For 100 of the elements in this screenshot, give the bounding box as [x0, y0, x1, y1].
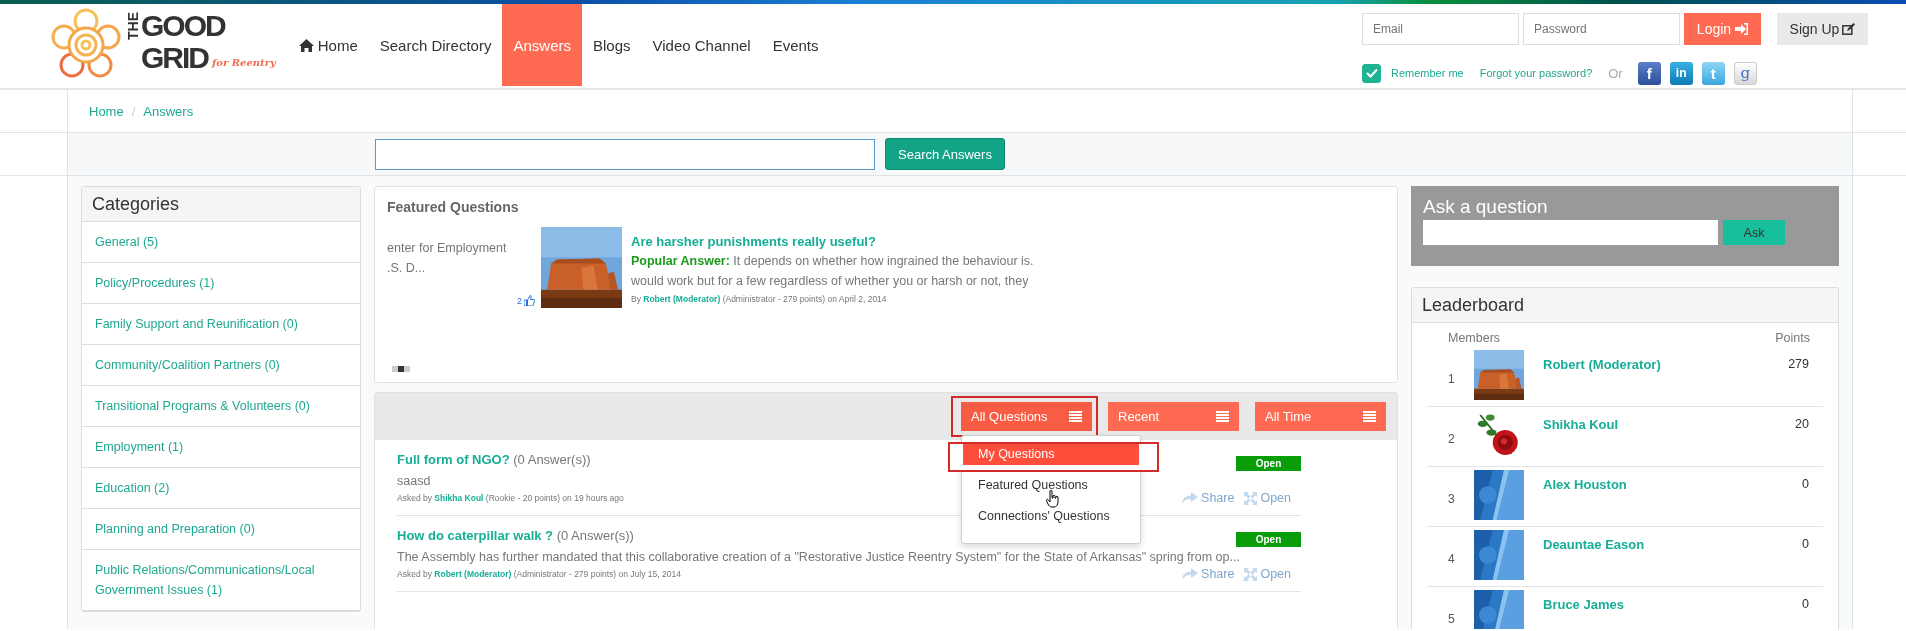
breadcrumb-separator: /: [131, 103, 136, 119]
category-link[interactable]: Planning and Preparation (0): [95, 519, 347, 539]
expand-icon: [1244, 491, 1258, 505]
rank-number: 3: [1447, 492, 1456, 506]
member-link[interactable]: Deauntae Eason: [1543, 537, 1803, 552]
member-link[interactable]: Robert (Moderator): [1543, 357, 1789, 372]
author-link[interactable]: Robert (Moderator): [434, 569, 512, 579]
remember-label[interactable]: Remember me: [1391, 67, 1464, 79]
category-link[interactable]: Transitional Programs & Volunteers (0): [95, 396, 347, 416]
question-text: saasd: [397, 474, 431, 488]
member-link[interactable]: Bruce James: [1543, 597, 1803, 612]
category-link[interactable]: Employment (1): [95, 437, 347, 457]
answer-count: (0 Answer(s)): [512, 452, 591, 467]
question-title-link[interactable]: How do caterpillar walk ?: [397, 528, 554, 543]
points-value: 0: [1802, 477, 1809, 491]
signup-button[interactable]: Sign Up: [1777, 13, 1868, 45]
home-icon: [298, 38, 314, 52]
status-badge: Open: [1236, 456, 1301, 471]
like-count: 2: [517, 295, 522, 306]
open-link[interactable]: Open: [1244, 491, 1291, 505]
question-text: The Assembly has further mandated that this collaborative creation of a "Restorative Justice Reentry System" for the State of Arkansas" spring from op...: [397, 550, 1240, 564]
share-icon: [1182, 568, 1199, 580]
menu-icon: [1069, 411, 1082, 422]
member-link[interactable]: Shikha Koul: [1543, 417, 1796, 432]
nav-link[interactable]: Events: [761, 4, 830, 86]
panel-heading: Categories: [82, 187, 360, 222]
logo-text: GRID: [141, 42, 208, 74]
points-value: 0: [1802, 537, 1809, 551]
rank-number: 4: [1447, 552, 1456, 566]
or-text: Or: [1608, 65, 1623, 81]
forgot-password-link[interactable]: Forgot your password?: [1479, 67, 1593, 79]
points-value: 20: [1795, 417, 1809, 431]
menu-item[interactable]: Featured Questions: [963, 475, 1139, 496]
answer-count: (0 Answer(s)): [555, 528, 634, 543]
logo-text: GOOD: [141, 10, 225, 42]
nav-link[interactable]: Blogs: [582, 4, 642, 86]
twitter-button[interactable]: t: [1701, 61, 1725, 85]
thumbs-up-icon: [524, 295, 535, 306]
category-link[interactable]: Community/Coalition Partners (0): [95, 355, 347, 375]
question-meta: Asked by Shikha Koul (Rookie - 20 points) on 19 hours ago: [397, 493, 624, 503]
google-button[interactable]: g: [1733, 61, 1757, 85]
slide-excerpt: enter for Employment .S. D...: [387, 240, 508, 277]
login-button[interactable]: Login: [1684, 13, 1761, 45]
status-badge: Open: [1236, 532, 1301, 547]
menu-item[interactable]: My Questions: [963, 444, 1139, 465]
email-field[interactable]: Email: [1362, 13, 1519, 45]
member-link[interactable]: Alex Houston: [1543, 477, 1803, 492]
ask-button[interactable]: Ask: [1723, 220, 1785, 245]
checkmark-icon: [1365, 68, 1378, 78]
share-link[interactable]: Share: [1182, 567, 1235, 581]
column-header: Points: [1775, 331, 1810, 345]
breadcrumb-link[interactable]: Answers: [143, 103, 194, 119]
answer-excerpt: Popular Answer: It depends on whether how ingrained the behaviour is. would work but for a few regardless of whether you or harsh or not, they: [631, 253, 1034, 290]
breadcrumb-link[interactable]: Home: [89, 103, 124, 119]
menu-icon: [1363, 411, 1376, 422]
nav-link[interactable]: Home: [287, 4, 369, 86]
nav-link[interactable]: Video Channel: [641, 4, 762, 86]
column-header: Members: [1448, 331, 1501, 345]
filter-dropdown-button[interactable]: All Questions: [961, 402, 1092, 431]
rank-number: 5: [1447, 612, 1456, 626]
menu-item[interactable]: Connections' Questions: [963, 506, 1139, 527]
password-field[interactable]: Password: [1523, 13, 1680, 45]
linkedin-button[interactable]: in: [1669, 61, 1693, 85]
ask-title: Ask a question: [1423, 196, 1549, 218]
search-field[interactable]: [375, 138, 875, 170]
points-value: 279: [1788, 357, 1809, 371]
remember-checkbox[interactable]: [1362, 63, 1381, 83]
share-link[interactable]: Share: [1182, 491, 1235, 505]
byline: By Robert (Moderator) (Administrator - 279 points) on April 2, 2014: [631, 294, 888, 304]
filter-dropdown-button[interactable]: Recent: [1108, 402, 1239, 431]
panel-heading: Leaderboard: [1412, 288, 1838, 323]
points-value: 0: [1802, 597, 1809, 611]
category-link[interactable]: General (5): [95, 232, 347, 252]
logo-text: THE: [126, 12, 141, 40]
question-field[interactable]: [1423, 220, 1718, 245]
section-title: Featured Questions: [387, 199, 520, 215]
open-link[interactable]: Open: [1244, 567, 1291, 581]
sign-in-icon: [1735, 23, 1749, 35]
question-meta: Asked by Robert (Moderator) (Administrator - 279 points) on July 15, 2014: [397, 569, 681, 579]
rank-number: 1: [1447, 372, 1456, 386]
edit-icon: [1842, 23, 1856, 35]
author-link[interactable]: Robert (Moderator): [643, 294, 721, 304]
logo-tagline: for Reentry: [212, 57, 276, 68]
category-link[interactable]: Family Support and Reunification (0): [95, 314, 347, 334]
author-link[interactable]: Shikha Koul: [434, 493, 484, 503]
share-icon: [1182, 492, 1199, 504]
category-link[interactable]: Public Relations/Communications/Local Government Issues (1): [95, 560, 347, 600]
filter-dropdown-button[interactable]: All Time: [1255, 402, 1386, 431]
question-title-link[interactable]: Full form of NGO?: [397, 452, 510, 467]
menu-icon: [1216, 411, 1229, 422]
search-button[interactable]: Search Answers: [885, 138, 1005, 170]
category-link[interactable]: Education (2): [95, 478, 347, 498]
nav-link[interactable]: Search Directory: [368, 4, 503, 86]
facebook-button[interactable]: f: [1637, 61, 1661, 85]
category-link[interactable]: Policy/Procedures (1): [95, 273, 347, 293]
nav-link[interactable]: Answers: [502, 4, 582, 86]
question-title-link[interactable]: Are harsher punishments really useful?: [631, 234, 876, 249]
expand-icon: [1244, 567, 1258, 581]
rank-number: 2: [1447, 432, 1456, 446]
pointer-cursor-icon: [1046, 490, 1060, 508]
